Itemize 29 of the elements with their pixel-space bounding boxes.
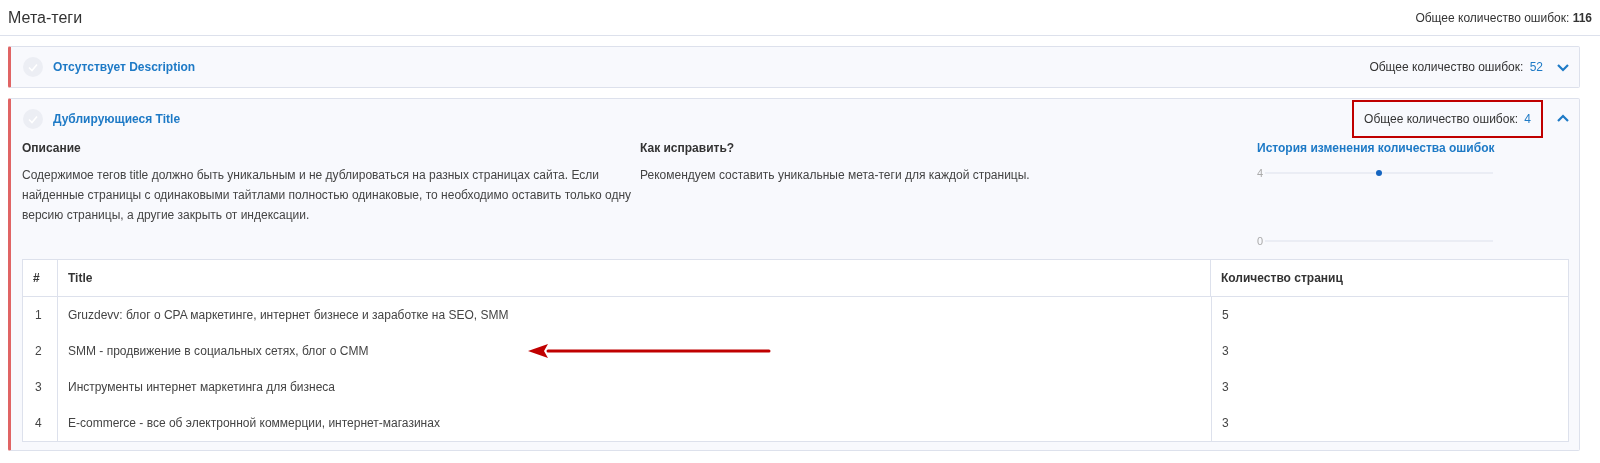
- error-count: Общее количество ошибок: 52: [1369, 59, 1543, 76]
- total-errors: Общее количество ошибок: 116: [1415, 9, 1592, 27]
- axis-tick-label: 4: [1257, 167, 1264, 179]
- table-cell: 2: [23, 333, 58, 369]
- table-cell: 3: [1211, 405, 1568, 441]
- column-header: Количество страниц: [1220, 270, 1344, 287]
- section-title[interactable]: Отсутствует Description: [53, 58, 196, 76]
- column-header: Title: [58, 260, 1211, 296]
- table-cell: 3: [23, 369, 58, 405]
- axis-tick-label: 0: [1257, 235, 1264, 247]
- column-header: #: [23, 260, 58, 296]
- page-title: Мета-теги: [8, 7, 83, 28]
- table-cell-text: Инструменты интернет маркетинга для бизнеса: [67, 379, 337, 396]
- fix-text: Рекомендуем составить уникальные мета-теги для каждой страницы.: [640, 167, 1031, 184]
- fix-heading: Как исправить?: [640, 140, 736, 157]
- data-point: [1376, 170, 1382, 176]
- error-count: Общее количество ошибок: 4: [1352, 100, 1543, 138]
- table-cell-text: Gruzdevv: блог о CPA маркетинге, интернет бизнесе и заработке на SEO, SMM: [67, 307, 510, 324]
- table-cell: 5: [1211, 297, 1568, 333]
- table-cell: 3: [1211, 369, 1568, 405]
- table-cell-text: SMM - продвижение в социальных сетях, блог о CMM: [67, 343, 370, 360]
- table-cell: 3: [1211, 333, 1568, 369]
- table-cell: 1: [23, 297, 58, 333]
- chart-title[interactable]: История изменения количества ошибок: [1257, 139, 1495, 157]
- description-text: Содержимое тегов title должно быть уникальным и не дублироваться на разных страницах сайта. Если найденные страницы с одинаковыми тайтлами полностью одинаковые, то необходимо оставить только одну версию страницы, а другие закрыть от индексации.: [22, 167, 633, 224]
- description-heading: Описание: [22, 140, 82, 157]
- table-cell: 4: [23, 405, 58, 441]
- section-title[interactable]: Дублирующиеся Title: [53, 110, 181, 128]
- table-cell-text: E-commerce - все об электронной коммерции, интернет-магазинах: [67, 415, 441, 432]
